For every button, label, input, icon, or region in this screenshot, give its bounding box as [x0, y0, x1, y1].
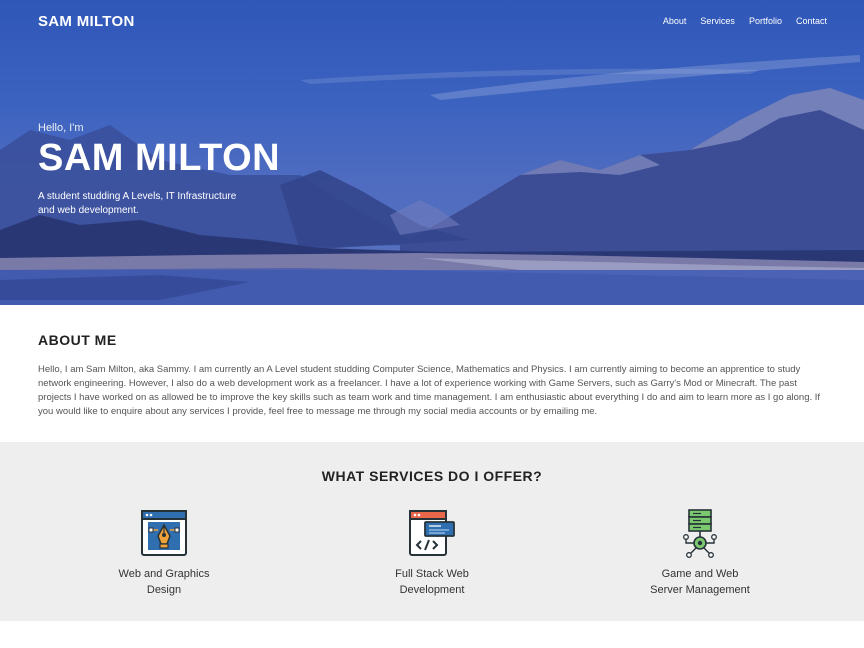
- services-heading: WHAT SERVICES DO I OFFER?: [321, 468, 543, 484]
- hero-banner: SAM MILTON About Services Portfolio Cont…: [0, 0, 864, 305]
- service-card-fullstack[interactable]: Full Stack Web Development: [332, 508, 532, 598]
- nav-links: About Services Portfolio Contact: [663, 16, 827, 26]
- hero-subtitle: A student studding A Levels, IT Infrastr…: [38, 190, 248, 218]
- service-label: Full Stack Web Development: [332, 566, 532, 598]
- about-section: ABOUT ME Hello, I am Sam Milton, aka Sam…: [0, 305, 864, 442]
- service-card-design[interactable]: Web and Graphics Design: [64, 508, 264, 598]
- hero-title: SAM MILTON: [38, 137, 281, 179]
- nav-link-portfolio[interactable]: Portfolio: [749, 16, 782, 26]
- server-network-icon: [683, 509, 717, 558]
- nav-link-services[interactable]: Services: [700, 16, 735, 26]
- service-label: Web and Graphics Design: [64, 566, 264, 598]
- top-navbar: SAM MILTON About Services Portfolio Cont…: [0, 0, 864, 44]
- nav-link-about[interactable]: About: [663, 16, 687, 26]
- code-window-icon: [409, 510, 455, 556]
- hero-intro: Hello, I'm SAM MILTON A student studding…: [38, 122, 280, 218]
- service-label-line: Full Stack Web: [395, 568, 469, 580]
- service-label-line: Development: [399, 584, 465, 596]
- about-body: Hello, I am Sam Milton, aka Sammy. I am …: [38, 364, 821, 417]
- hero-subtitle-line: and web development.: [38, 205, 139, 216]
- service-label-line: Web and Graphics: [118, 568, 210, 580]
- service-label-line: Design: [146, 584, 182, 596]
- service-label-line: Server Management: [650, 584, 750, 596]
- service-card-servers[interactable]: Game and Web Server Management: [600, 508, 800, 598]
- nav-link-contact[interactable]: Contact: [796, 16, 827, 26]
- design-tools-icon: [141, 510, 187, 556]
- hero-subtitle-line: A student studding A Levels, IT Infrastr…: [38, 191, 237, 202]
- service-label-line: Game and Web: [661, 568, 739, 580]
- about-heading: ABOUT ME: [38, 332, 117, 348]
- hero-greeting: Hello, I'm: [38, 122, 84, 134]
- site-brand[interactable]: SAM MILTON: [38, 13, 135, 30]
- service-label: Game and Web Server Management: [600, 566, 800, 598]
- services-section: WHAT SERVICES DO I OFFER? Web and Graphi…: [0, 442, 864, 621]
